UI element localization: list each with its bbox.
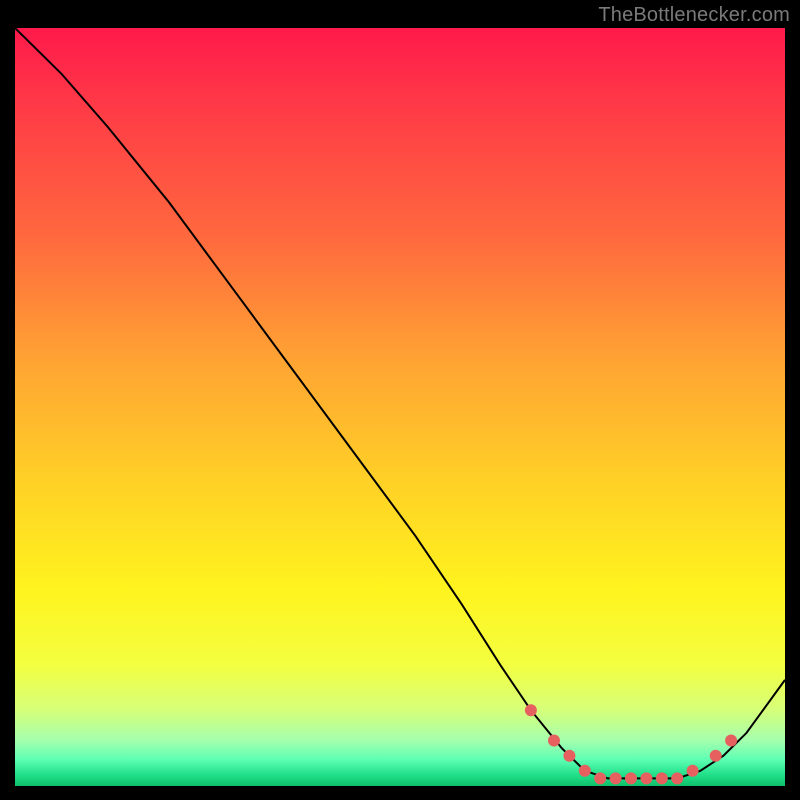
chart-stage: TheBottlenecker.com [0, 0, 800, 800]
optimal-point [548, 735, 560, 747]
optimal-point [625, 772, 637, 784]
optimal-point [710, 750, 722, 762]
optimal-point [563, 750, 575, 762]
attribution-label: TheBottlenecker.com [598, 4, 790, 27]
optimal-point [725, 735, 737, 747]
optimal-point [640, 772, 652, 784]
optimal-point [656, 772, 668, 784]
optimal-point [579, 765, 591, 777]
optimal-point [610, 772, 622, 784]
optimal-point [594, 772, 606, 784]
plot-area [15, 28, 785, 786]
bottleneck-plot [15, 28, 785, 786]
optimal-point [671, 772, 683, 784]
optimal-point [525, 704, 537, 716]
gradient-backdrop [15, 28, 785, 786]
optimal-point [687, 765, 699, 777]
